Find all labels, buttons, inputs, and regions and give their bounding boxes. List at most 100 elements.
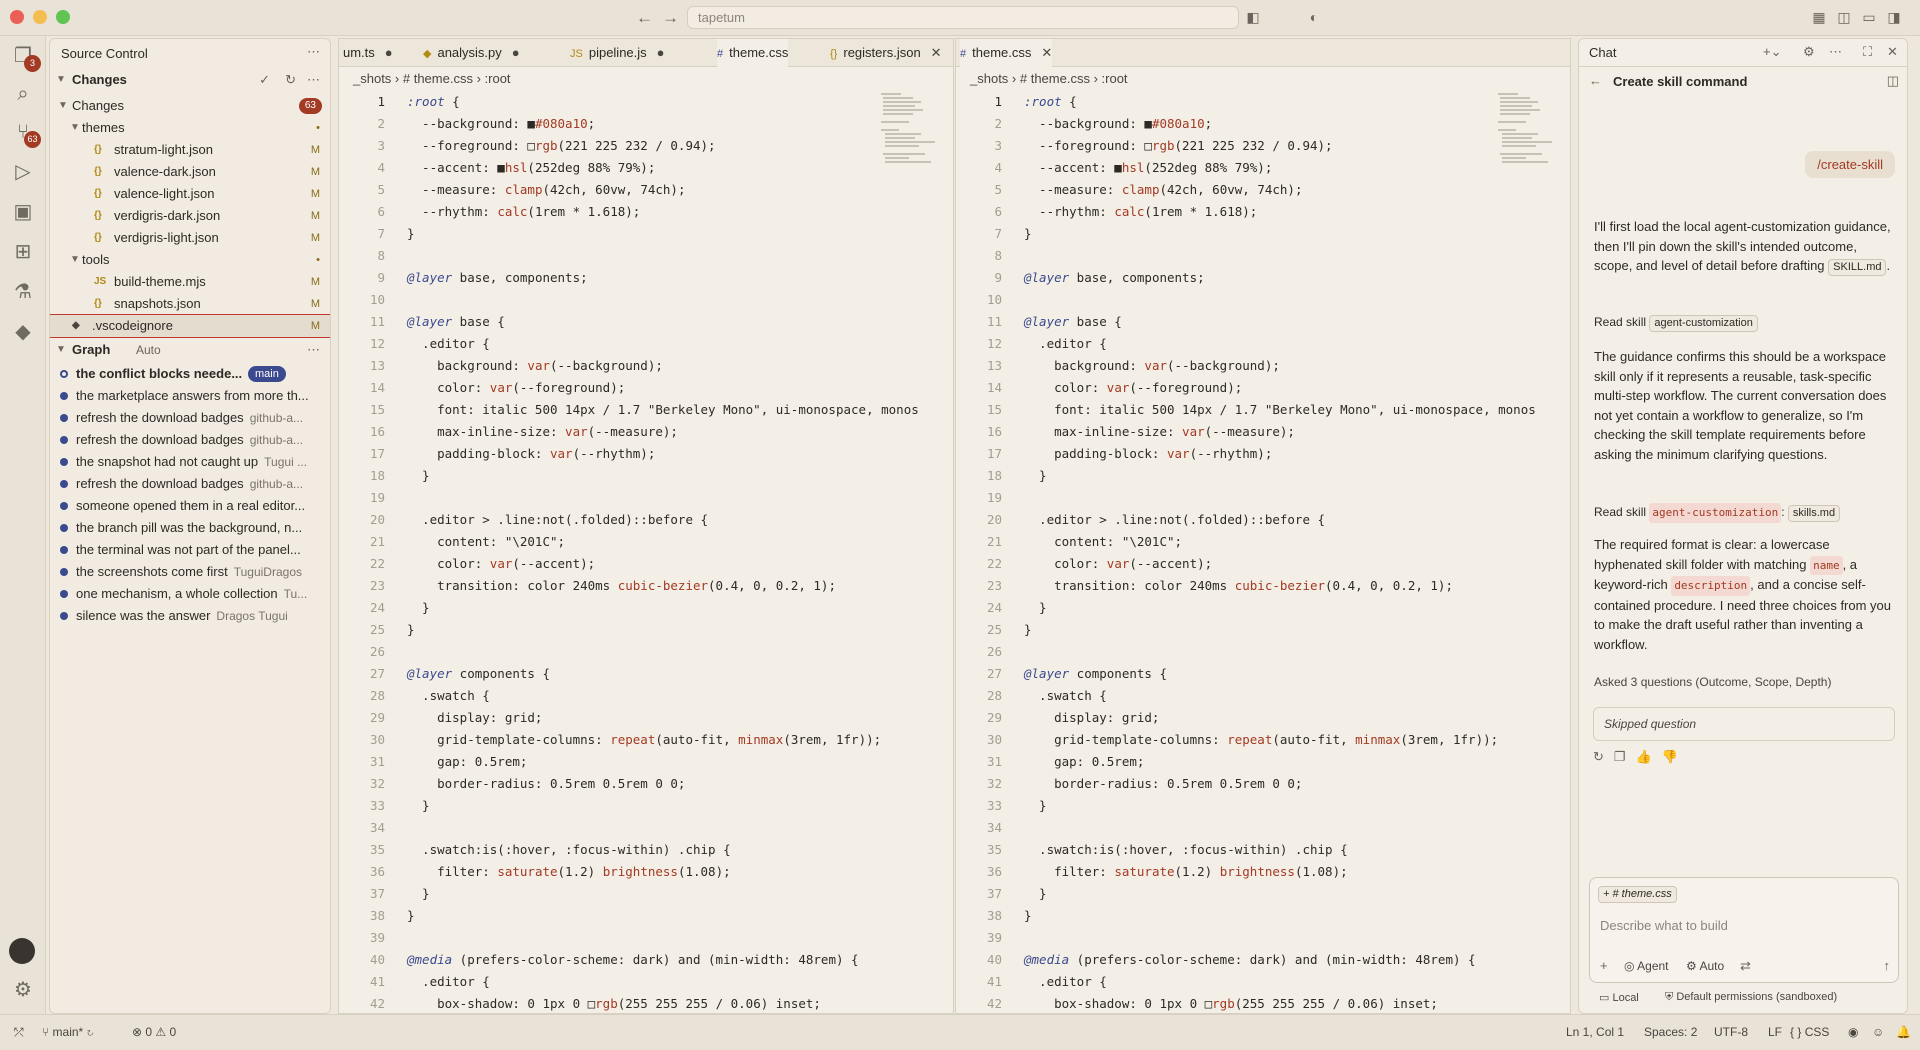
minimize-window-button[interactable]	[33, 10, 47, 24]
skills-md-chip[interactable]: skills.md	[1787, 505, 1841, 522]
toggle-sidebar-icon[interactable]: ◫	[1835, 9, 1853, 25]
notifications-icon[interactable]: 🔔	[1896, 1025, 1911, 1039]
agent-customization-chip[interactable]: agent-customization	[1649, 315, 1758, 332]
close-tab-icon[interactable]: ✕	[1041, 45, 1052, 60]
breadcrumb-folder[interactable]: _shots	[970, 71, 1008, 86]
graph-auto-label[interactable]: Auto	[136, 339, 161, 361]
graph-commit[interactable]: the screenshots come first TuguiDragos	[58, 561, 328, 583]
dirty-indicator-icon[interactable]: ●	[512, 45, 520, 60]
code-area-right[interactable]: 1:root {2 --background: ■#080a10; 3 --for…	[956, 91, 1570, 1013]
breadcrumb-file[interactable]: # theme.css	[403, 71, 473, 86]
maximize-chat-icon[interactable]: ⛶	[1863, 44, 1872, 60]
graph-commit[interactable]: the marketplace answers from more th...	[58, 385, 328, 407]
graph-commit[interactable]: the snapshot had not caught up Tugui ...	[58, 451, 328, 473]
copy-icon[interactable]: ❐	[1614, 749, 1636, 764]
copilot-status-icon[interactable]: ◉	[1848, 1025, 1858, 1039]
account-avatar[interactable]	[9, 938, 35, 964]
breadcrumb-folder[interactable]: _shots	[353, 71, 391, 86]
thumbs-up-icon[interactable]: 👍	[1636, 749, 1662, 764]
problems-status[interactable]: ⊗ 0 ⚠ 0	[132, 1025, 176, 1039]
graph-commit[interactable]: refresh the download badges github-a...	[58, 429, 328, 451]
breadcrumb-symbol[interactable]: :root	[485, 71, 511, 86]
dirty-indicator-icon[interactable]: ●	[657, 45, 665, 60]
branch-pill[interactable]: main	[248, 366, 286, 382]
account-status-icon[interactable]: ☺	[1872, 1025, 1884, 1039]
editor-tab[interactable]: {} registers.json ✕	[830, 39, 942, 67]
new-chat-icon[interactable]: +⌄	[1763, 44, 1781, 60]
graph-commit[interactable]: one mechanism, a whole collection Tu...	[58, 583, 328, 605]
run-debug-icon[interactable]: ▷	[9, 158, 37, 186]
maximize-window-button[interactable]	[56, 10, 70, 24]
skill-md-chip[interactable]: SKILL.md	[1828, 259, 1887, 276]
chat-permissions[interactable]: ⛨ Default permissions (sandboxed)	[1665, 991, 1837, 1004]
minimap[interactable]	[881, 91, 941, 201]
code-area-left[interactable]: 1:root {2 --background: ■#080a10; 3 --for…	[339, 91, 953, 1013]
eol[interactable]: LF	[1768, 1025, 1782, 1039]
tree-file[interactable]: {} stratum-light.json M	[50, 139, 330, 161]
tree-file[interactable]: {} verdigris-dark.json M	[50, 205, 330, 227]
tree-folder[interactable]: ▼ tools •	[50, 249, 330, 271]
tree-file[interactable]: {} snapshots.json M	[50, 293, 330, 315]
changes-section-header[interactable]: ▼ Changes ✓ ↻ ⋯	[50, 69, 330, 91]
back-arrow-icon[interactable]: ←	[636, 8, 653, 28]
graph-section-header[interactable]: ▼ Graph Auto ⋯	[50, 339, 330, 361]
minimap[interactable]	[1498, 91, 1558, 201]
send-icon[interactable]: ↑	[1884, 958, 1891, 973]
extensions-icon[interactable]: ⊞	[9, 238, 37, 266]
breadcrumb-file[interactable]: # theme.css	[1020, 71, 1090, 86]
retry-icon[interactable]: ↻	[1593, 749, 1614, 764]
model-picker[interactable]: ⚙ Auto	[1686, 959, 1724, 973]
tree-file[interactable]: JS build-theme.mjs M	[50, 271, 330, 293]
manage-gear-icon[interactable]: ⚙	[9, 976, 37, 1004]
graph-commit[interactable]: the terminal was not part of the panel..…	[58, 539, 328, 561]
search-icon[interactable]: ⌕	[9, 80, 37, 108]
encoding[interactable]: UTF-8	[1714, 1025, 1748, 1039]
chat-input-placeholder[interactable]: Describe what to build	[1600, 918, 1728, 933]
changes-group[interactable]: ▼ Changes 63	[50, 95, 330, 117]
editor-tab[interactable]: um.ts ●	[343, 39, 393, 67]
graph-commit[interactable]: someone opened them in a real editor...	[58, 495, 328, 517]
chat-location[interactable]: ▭ Local	[1599, 991, 1639, 1004]
explorer-icon[interactable]: ❐ 3	[9, 42, 41, 72]
graph-commit[interactable]: the branch pill was the background, n...	[58, 517, 328, 539]
tools-icon[interactable]: ⇄	[1740, 958, 1751, 974]
command-center-search[interactable]: tapetum	[687, 6, 1239, 29]
tree-file[interactable]: {} verdigris-light.json M	[50, 227, 330, 249]
toggle-panel-icon[interactable]: ▭	[1860, 9, 1878, 25]
remote-explorer-icon[interactable]: ▣	[9, 198, 37, 226]
tree-folder[interactable]: ▼ themes •	[50, 117, 330, 139]
branch-status[interactable]: ⑂ main* ↻	[42, 1025, 94, 1039]
breadcrumb-symbol[interactable]: :root	[1102, 71, 1128, 86]
skipped-question-box[interactable]: Skipped question	[1593, 707, 1895, 741]
forward-arrow-icon[interactable]: →	[662, 8, 679, 28]
chat-settings-icon[interactable]: ⚙	[1803, 44, 1815, 60]
testing-icon[interactable]: ⚗	[9, 278, 37, 306]
accounts-icon[interactable]: ◐	[1305, 9, 1323, 25]
editor-tab[interactable]: # theme.css	[717, 39, 789, 67]
commit-check-icon[interactable]: ✓	[259, 69, 270, 91]
tree-file[interactable]: ◆ .vscodeignore M	[50, 314, 330, 338]
chat-tab[interactable]: Chat	[1589, 45, 1616, 60]
thumbs-down-icon[interactable]: 👎	[1662, 749, 1688, 764]
graph-commit[interactable]: refresh the download badges github-a...	[58, 407, 328, 429]
close-tab-icon[interactable]: ✕	[931, 45, 942, 60]
editor-tab[interactable]: ◆ analysis.py ●	[423, 39, 520, 67]
more-icon[interactable]: ⋯	[307, 69, 320, 91]
agent-mode-picker[interactable]: ◎ Agent	[1624, 959, 1669, 973]
chat-input-box[interactable]: + # theme.css Describe what to build + ◎…	[1589, 877, 1899, 983]
cursor-position[interactable]: Ln 1, Col 1	[1566, 1025, 1624, 1039]
language-mode[interactable]: { } CSS	[1790, 1025, 1829, 1039]
editor-tab[interactable]: # theme.css ✕	[960, 39, 1053, 67]
graph-commit[interactable]: silence was the answer Dragos Tugui	[58, 605, 328, 627]
editor-tab[interactable]: JS pipeline.js ●	[570, 39, 665, 67]
close-window-button[interactable]	[10, 10, 24, 24]
remote-icon[interactable]: ⤱	[14, 1025, 24, 1040]
python-icon[interactable]: ◆	[9, 318, 37, 346]
indentation[interactable]: Spaces: 2	[1644, 1025, 1697, 1039]
graph-commit[interactable]: the conflict blocks neede... main	[58, 363, 328, 385]
dirty-indicator-icon[interactable]: ●	[385, 45, 393, 60]
more-actions-icon[interactable]: ⋯	[307, 44, 320, 60]
toggle-secondary-sidebar-icon[interactable]: ◨	[1885, 9, 1903, 25]
back-icon[interactable]: ←	[1589, 73, 1602, 88]
graph-more-icon[interactable]: ⋯	[307, 339, 320, 361]
